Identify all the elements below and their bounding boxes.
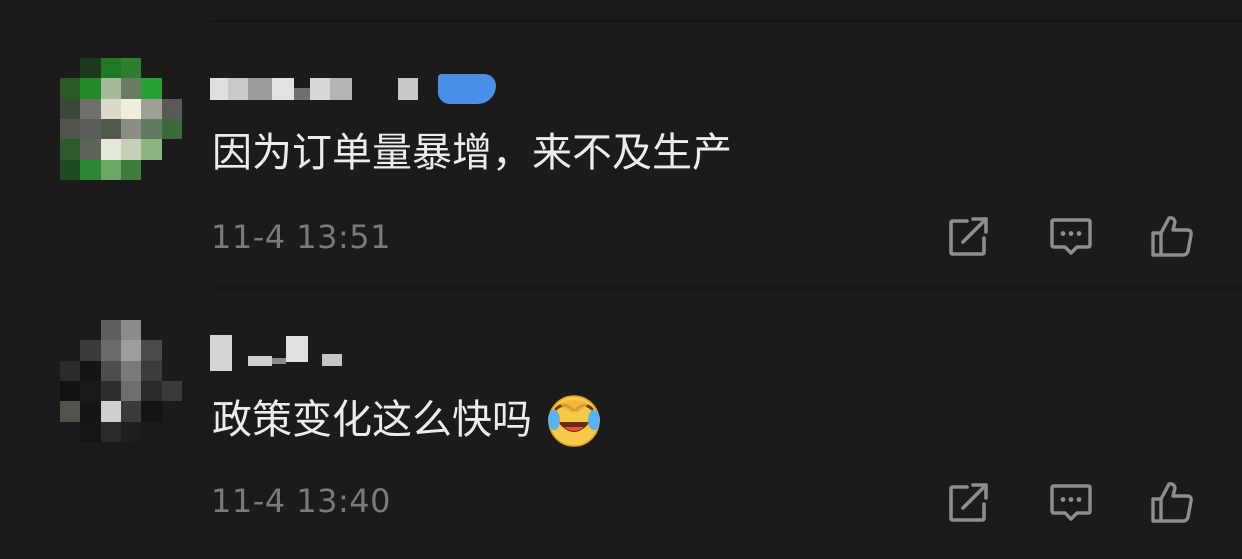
share-icon xyxy=(949,217,988,256)
comment-timestamp: 11-4 13:40 xyxy=(211,482,392,520)
reply-button[interactable] xyxy=(1047,478,1095,526)
like-button[interactable] xyxy=(1148,478,1196,526)
share-icon xyxy=(949,483,988,522)
reply-button[interactable] xyxy=(1047,212,1095,260)
comment-item: 因为订单量暴增，来不及生产 11-4 13:51 xyxy=(0,0,1242,288)
username-redacted[interactable] xyxy=(210,72,496,106)
comment-item: 政策变化这么快吗 11-4 13:40 xyxy=(0,288,1242,559)
comment-timestamp: 11-4 13:51 xyxy=(211,218,392,256)
comment-icon xyxy=(1050,218,1092,255)
thumbs-up-icon xyxy=(1151,482,1193,523)
like-button[interactable] xyxy=(1148,212,1196,260)
verified-badge-icon xyxy=(438,74,496,104)
comment-text: 因为订单量暴增，来不及生产 xyxy=(212,128,732,178)
laughing-crying-emoji-icon xyxy=(546,392,602,448)
comment-text: 政策变化这么快吗 xyxy=(212,392,602,448)
share-button[interactable] xyxy=(945,478,993,526)
avatar[interactable] xyxy=(60,58,182,180)
thumbs-up-icon xyxy=(1151,216,1193,257)
comment-text-content: 因为订单量暴增，来不及生产 xyxy=(212,130,732,176)
username-redacted[interactable] xyxy=(210,335,342,371)
comment-text-content: 政策变化这么快吗 xyxy=(212,397,532,443)
comment-icon xyxy=(1050,484,1092,521)
share-button[interactable] xyxy=(945,212,993,260)
avatar[interactable] xyxy=(60,320,182,442)
